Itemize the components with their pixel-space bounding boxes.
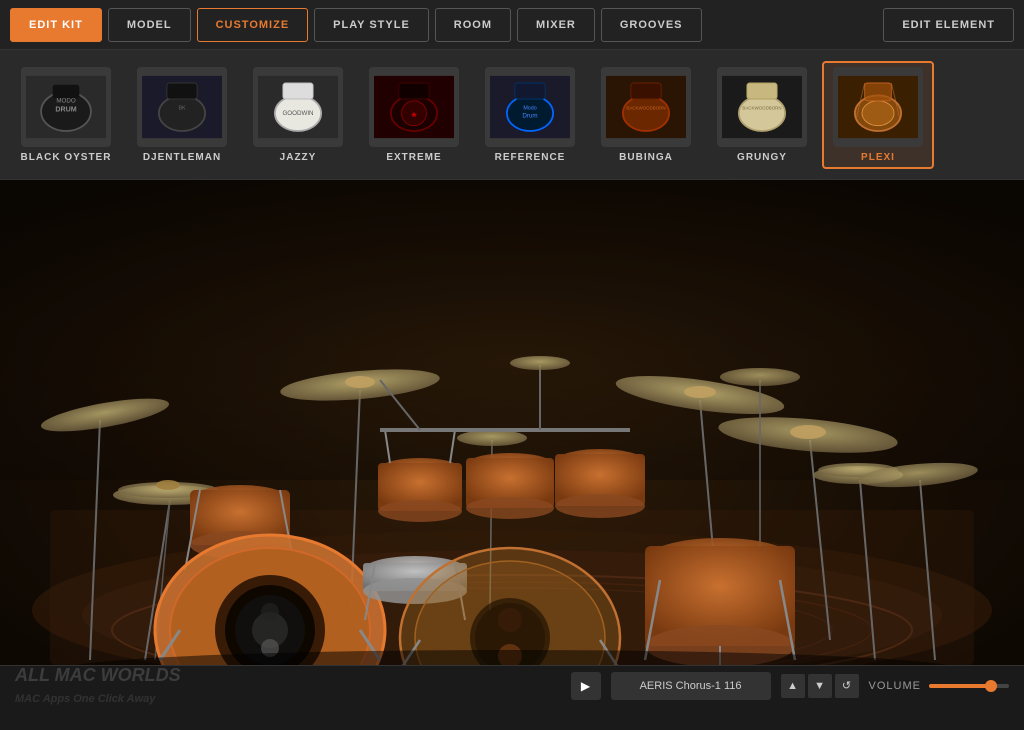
edit-element-button[interactable]: EDIT ELEMENT [883, 8, 1014, 42]
volume-knob[interactable] [985, 680, 997, 692]
top-navigation: EDIT KIT MODEL CUSTOMIZE PLAY STYLE ROOM… [0, 0, 1024, 50]
preset-extreme-label: EXTREME [386, 152, 441, 163]
watermark-text: ALL MAC WORLDS [15, 665, 181, 685]
svg-text:GOODWIN: GOODWIN [282, 110, 313, 117]
transport-refresh[interactable]: ↺ [835, 674, 859, 698]
track-name: AERIS Chorus-1 116 [611, 672, 771, 700]
svg-text:★: ★ [411, 110, 418, 118]
watermark-subtext: MAC Apps One Click Away [15, 693, 155, 705]
svg-text:MODO: MODO [56, 97, 76, 104]
preset-black-oyster-thumb: MODO DRUM [21, 67, 111, 147]
play-style-button[interactable]: PLAY STYLE [314, 8, 429, 42]
edit-kit-button[interactable]: EDIT KIT [10, 8, 102, 42]
preset-extreme[interactable]: ★ EXTREME [358, 63, 470, 167]
preset-extreme-thumb: ★ [369, 67, 459, 147]
bottom-bar: ALL MAC WORLDS MAC Apps One Click Away ▶… [0, 665, 1024, 705]
svg-text:Modo: Modo [523, 105, 536, 111]
preset-grungy[interactable]: BACKWOODBORN GRUNGY [706, 63, 818, 167]
volume-slider[interactable] [929, 684, 1009, 688]
customize-button[interactable]: CUSTOMIZE [197, 8, 309, 42]
model-button[interactable]: MODEL [108, 8, 191, 42]
preset-reference-label: REFERENCE [495, 152, 566, 163]
svg-text:DRUM: DRUM [55, 105, 76, 113]
preset-bubinga[interactable]: BACKWOODBORN BUBINGA [590, 63, 702, 167]
volume-label: VOLUME [869, 680, 921, 692]
presets-row: MODO DRUM BLACK OYSTER BK DJENTLEMAN GOO… [0, 50, 1024, 180]
transport-up[interactable]: ▲ [781, 674, 805, 698]
preset-grungy-thumb: BACKWOODBORN [717, 67, 807, 147]
preset-jazzy-label: JAZZY [280, 152, 317, 163]
transport-down[interactable]: ▼ [808, 674, 832, 698]
svg-text:BACKWOODBORN: BACKWOODBORN [742, 105, 781, 110]
preset-plexi-label: PLEXI [861, 152, 895, 163]
preset-djentleman[interactable]: BK DJENTLEMAN [126, 63, 238, 167]
preset-reference[interactable]: Modo Drum REFERENCE [474, 63, 586, 167]
preset-black-oyster-label: BLACK OYSTER [21, 152, 112, 163]
grooves-button[interactable]: GROOVES [601, 8, 702, 42]
svg-text:Drum: Drum [522, 112, 537, 119]
mixer-button[interactable]: MIXER [517, 8, 595, 42]
preset-reference-thumb: Modo Drum [485, 67, 575, 147]
preset-jazzy[interactable]: GOODWIN JAZZY [242, 63, 354, 167]
transport-controls: ▲ ▼ ↺ [781, 674, 859, 698]
drum-kit-area[interactable] [0, 180, 1024, 665]
play-button[interactable]: ▶ [571, 672, 601, 700]
preset-black-oyster[interactable]: MODO DRUM BLACK OYSTER [10, 63, 122, 167]
preset-grungy-label: GRUNGY [737, 152, 787, 163]
preset-jazzy-thumb: GOODWIN [253, 67, 343, 147]
preset-bubinga-label: BUBINGA [619, 152, 673, 163]
preset-plexi-thumb [833, 67, 923, 147]
preset-bubinga-thumb: BACKWOODBORN [601, 67, 691, 147]
svg-text:BK: BK [178, 105, 186, 111]
preset-djentleman-label: DJENTLEMAN [143, 152, 221, 163]
volume-fill [929, 684, 989, 688]
svg-text:BACKWOODBORN: BACKWOODBORN [626, 105, 665, 110]
room-button[interactable]: ROOM [435, 8, 511, 42]
watermark: ALL MAC WORLDS MAC Apps One Click Away [15, 665, 561, 707]
preset-plexi[interactable]: PLEXI [822, 61, 934, 169]
volume-section: VOLUME [869, 680, 1009, 692]
preset-djentleman-thumb: BK [137, 67, 227, 147]
